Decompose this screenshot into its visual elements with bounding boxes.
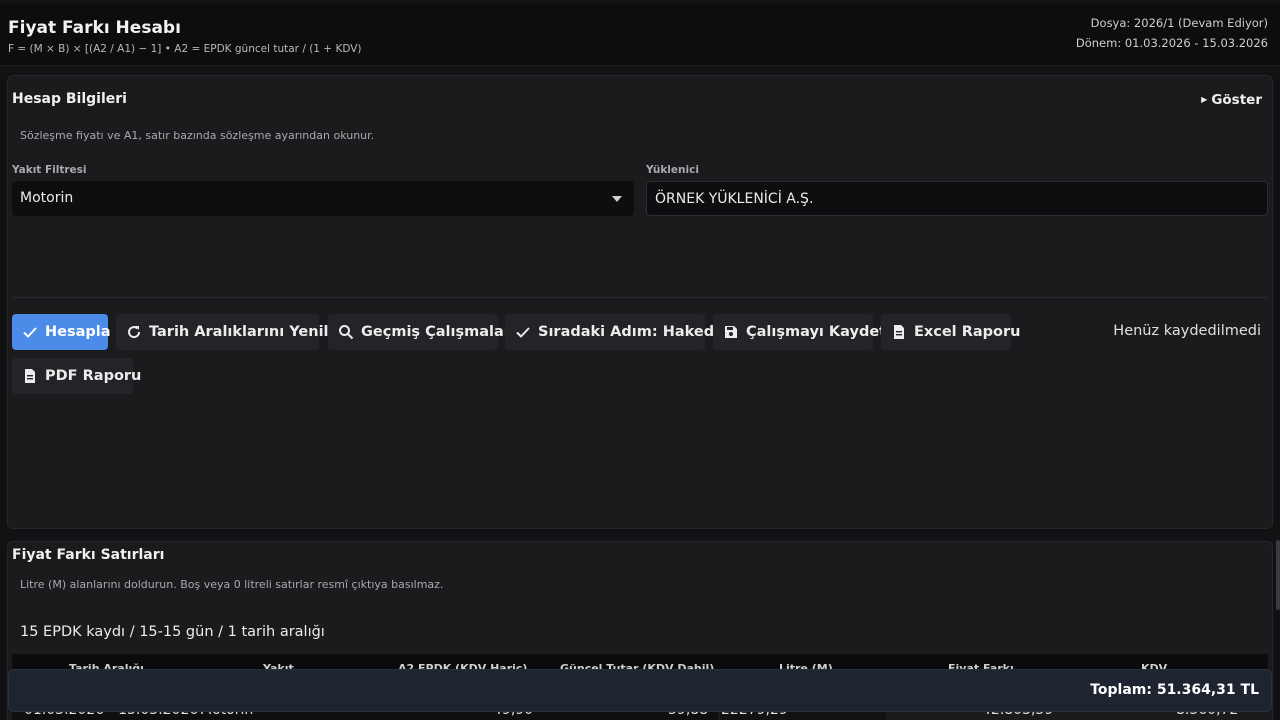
caret-right-icon: ▶ (1201, 95, 1208, 104)
calculate-label: Hesapla (45, 324, 111, 340)
history-button[interactable]: Geçmiş Çalışmalar (328, 314, 511, 350)
calculate-button[interactable]: Hesapla (12, 314, 111, 350)
grand-total: Toplam: 51.364,31 TL (1090, 682, 1259, 698)
refresh-dates-button[interactable]: Tarih Aralıklarını Yenile (116, 314, 338, 350)
search-icon (339, 325, 354, 340)
calc-info-title: Hesap Bilgileri (12, 91, 127, 107)
refresh-dates-label: Tarih Aralıklarını Yenile (149, 324, 339, 340)
excel-label: Excel Raporu (914, 324, 1021, 340)
excel-report-button[interactable]: Excel Raporu (881, 314, 1020, 350)
section-divider (12, 297, 1268, 298)
show-toggle-button[interactable]: ▶ Göster (1201, 92, 1262, 108)
pdf-label: PDF Raporu (45, 368, 142, 384)
save-status: Henüz kaydedilmedi (1113, 323, 1261, 339)
show-toggle-label: Göster (1211, 92, 1262, 108)
period-text: Dönem: 01.03.2026 - 15.03.2026 (1075, 36, 1268, 50)
rows-hint: Litre (M) alanlarını doldurun. Boş veya … (20, 578, 444, 591)
fuel-filter-value: Motorin (20, 190, 74, 206)
calc-hint: Sözleşme fiyatı ve A1, satır bazında söz… (20, 129, 375, 142)
save-button[interactable]: Çalışmayı Kaydet (713, 314, 886, 350)
document-icon (894, 325, 904, 339)
app-header: Fiyat Farkı Hesabı F = (M × B) × [(A2 / … (0, 4, 1280, 66)
scrollbar[interactable] (1276, 540, 1280, 610)
table-header: Tarih Aralığı Yakıt A2 EPDK (KDV Hariç) … (12, 654, 1268, 670)
rows-title: Fiyat Farkı Satırları (12, 547, 165, 563)
fuel-filter-label: Yakıt Filtresi (12, 164, 87, 176)
contractor-input[interactable]: ÖRNEK YÜKLENİCİ A.Ş. (646, 181, 1268, 216)
file-meta: Dosya: 2026/1 (Devam Ediyor) Dönem: 01.0… (1076, 13, 1268, 53)
save-icon (725, 326, 737, 338)
total-footer: Toplam: 51.364,31 TL (8, 669, 1272, 712)
history-label: Geçmiş Çalışmalar (361, 324, 511, 340)
check-icon (23, 327, 37, 338)
check-icon (516, 327, 530, 338)
save-label: Çalışmayı Kaydet (746, 324, 887, 340)
next-step-button[interactable]: Sıradaki Adım: Hakediş (505, 314, 728, 350)
chevron-down-icon (612, 196, 622, 202)
formula-text: F = (M × B) × [(A2 / A1) − 1] • A2 = EPD… (8, 43, 362, 55)
page-title: Fiyat Farkı Hesabı (8, 18, 181, 38)
refresh-icon (128, 326, 141, 339)
contractor-label: Yüklenici (646, 164, 699, 176)
contractor-value: ÖRNEK YÜKLENİCİ A.Ş. (655, 191, 814, 207)
pdf-report-button[interactable]: PDF Raporu (12, 358, 141, 394)
document-icon (25, 369, 35, 383)
next-step-label: Sıradaki Adım: Hakediş (538, 324, 728, 340)
calc-info-panel: Hesap Bilgileri ▶ Göster Sözleşme fiyatı … (7, 75, 1273, 529)
record-summary: 15 EPDK kaydı / 15-15 gün / 1 tarih aral… (20, 624, 325, 640)
file-status: Dosya: 2026/1 (Devam Ediyor) (1090, 16, 1268, 30)
fuel-filter-select[interactable]: Motorin (12, 181, 634, 216)
